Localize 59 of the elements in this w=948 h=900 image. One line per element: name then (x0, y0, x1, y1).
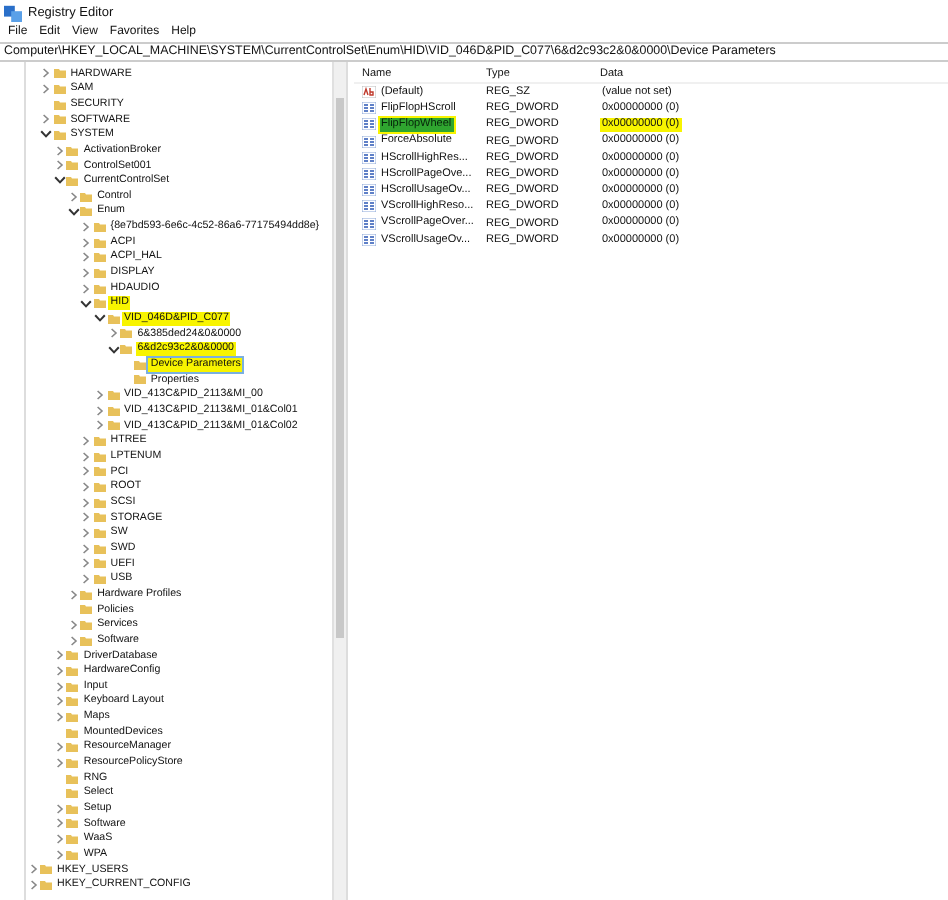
chevron-down-icon[interactable] (67, 207, 80, 216)
binary-value-icon (362, 233, 376, 246)
chevron-right-icon[interactable] (82, 573, 91, 584)
chevron-down-icon[interactable] (107, 345, 120, 354)
chevron-right-icon[interactable] (55, 849, 64, 860)
scrollbar[interactable] (332, 62, 346, 900)
chevron-right-icon[interactable] (82, 451, 91, 462)
chevron-right-icon[interactable] (55, 803, 64, 814)
chevron-right-icon[interactable] (82, 283, 91, 294)
chevron-right-icon[interactable] (69, 619, 78, 630)
chevron-right-icon[interactable] (55, 834, 64, 845)
chevron-right-icon[interactable] (82, 497, 91, 508)
chevron-right-icon[interactable] (96, 420, 104, 431)
chevron-right-icon[interactable] (69, 589, 78, 600)
binary-value-icon (362, 102, 376, 115)
chevron-right-icon[interactable] (29, 880, 37, 891)
chevron-down-icon[interactable] (80, 299, 93, 308)
binary-value-icon (362, 217, 376, 230)
chevron-right-icon[interactable] (82, 482, 91, 493)
chevron-right-icon[interactable] (55, 681, 64, 692)
binary-value-icon (362, 135, 376, 148)
chevron-right-icon[interactable] (42, 114, 51, 125)
chevron-right-icon[interactable] (42, 83, 51, 94)
chevron-right-icon[interactable] (55, 742, 64, 753)
string-value-icon (362, 86, 376, 99)
chevron-right-icon[interactable] (55, 711, 64, 722)
chevron-right-icon[interactable] (55, 160, 64, 171)
binary-value-icon (362, 118, 376, 131)
registry-editor-icon (4, 3, 22, 21)
chevron-down-icon[interactable] (40, 130, 53, 139)
chevron-right-icon[interactable] (55, 650, 64, 661)
chevron-right-icon[interactable] (69, 191, 78, 202)
chevron-right-icon[interactable] (82, 221, 91, 232)
chevron-right-icon[interactable] (55, 818, 64, 829)
chevron-down-icon[interactable] (94, 314, 106, 323)
chevron-right-icon[interactable] (55, 757, 64, 768)
binary-value-icon (362, 184, 376, 197)
binary-value-icon (362, 151, 376, 164)
chevron-right-icon[interactable] (82, 528, 91, 539)
chevron-right-icon[interactable] (55, 665, 64, 676)
chevron-right-icon[interactable] (55, 696, 64, 707)
chevron-right-icon[interactable] (42, 68, 51, 79)
chevron-right-icon[interactable] (69, 635, 78, 646)
chevron-down-icon[interactable] (53, 176, 66, 185)
chevron-right-icon[interactable] (96, 390, 104, 401)
chevron-right-icon[interactable] (82, 237, 91, 248)
chevron-right-icon[interactable] (82, 543, 91, 554)
chevron-right-icon[interactable] (55, 145, 64, 156)
chevron-right-icon[interactable] (82, 436, 91, 447)
chevron-right-icon[interactable] (82, 466, 91, 477)
chevron-right-icon[interactable] (82, 267, 91, 278)
chevron-right-icon[interactable] (82, 558, 91, 569)
chevron-right-icon[interactable] (96, 405, 104, 416)
chevron-right-icon[interactable] (82, 252, 91, 263)
chevron-right-icon[interactable] (109, 328, 118, 339)
chevron-right-icon[interactable] (82, 512, 91, 523)
binary-value-icon (362, 168, 376, 181)
binary-value-icon (362, 200, 376, 213)
chevron-right-icon[interactable] (29, 864, 37, 875)
